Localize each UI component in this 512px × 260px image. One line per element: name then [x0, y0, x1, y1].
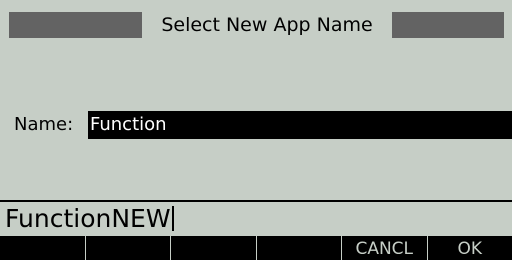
name-label: Name: — [14, 114, 74, 135]
name-row: Name: Function — [0, 110, 512, 140]
softkey-2[interactable] — [86, 236, 171, 260]
title-bar: Select New App Name — [0, 0, 512, 38]
edit-line-text: FunctionNEW — [5, 202, 174, 236]
softkey-4[interactable] — [257, 236, 342, 260]
text-cursor — [171, 206, 174, 231]
softkey-menu: CANCL OK — [0, 236, 512, 260]
calculator-screen: Select New App Name Name: Function Funct… — [0, 0, 512, 260]
edit-line-value: FunctionNEW — [5, 204, 171, 233]
edit-line[interactable]: FunctionNEW — [0, 202, 512, 236]
name-field[interactable]: Function — [88, 111, 512, 139]
softkey-3[interactable] — [171, 236, 257, 260]
title-bar-right-fill — [392, 12, 504, 38]
softkey-1[interactable] — [0, 236, 86, 260]
cancel-button[interactable]: CANCL — [342, 236, 428, 260]
ok-button[interactable]: OK — [428, 236, 512, 260]
dialog-title: Select New App Name — [161, 14, 373, 36]
title-bar-left-fill — [9, 12, 142, 38]
